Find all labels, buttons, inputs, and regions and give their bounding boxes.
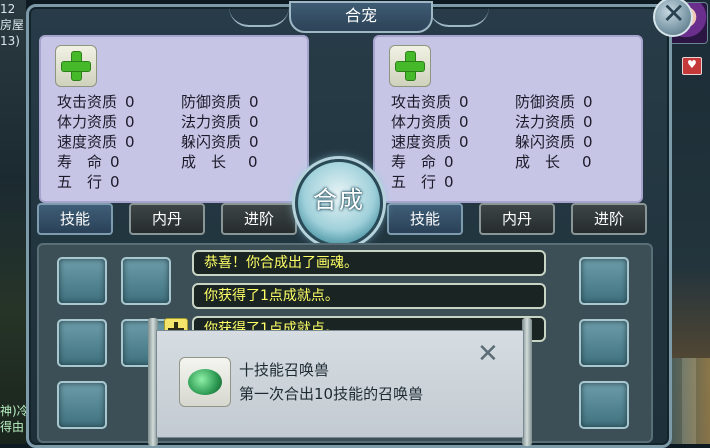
stat-row: 攻击资质 0 [391,91,469,111]
background-text: 神)冷 [0,404,29,418]
stat-value: 0 [248,153,258,171]
stat-value: 0 [459,113,469,131]
stat-label: 躲闪资质 [181,133,242,151]
stat-value: 0 [444,153,454,171]
right-pet-panel: 攻击资质 0 防御资质 0 体力资质 0 法力资质 0 速度资质 0 躲闪资质 0 寿 命 0… [373,35,643,203]
tab-inner-core-left[interactable]: 内丹 [129,203,205,235]
stat-value: 0 [459,133,469,151]
add-pet-left-button[interactable] [55,45,97,87]
add-pet-right-button[interactable] [389,45,431,87]
stat-row: 法力资质 0 [181,111,259,131]
background-text: 得由 [0,420,25,434]
background-left-strip [0,0,26,444]
combine-button[interactable]: 合成 [295,159,383,247]
achievement-popup: ✕ 十技能召唤兽 第一次合出10技能的召唤兽 [156,330,524,438]
heart-icon[interactable] [682,57,702,75]
skill-slot[interactable] [579,257,629,305]
stat-row: 五 行 0 [57,171,120,191]
title-ornament [429,7,489,27]
close-achievement-button[interactable]: ✕ [477,339,499,369]
stat-value: 0 [583,113,593,131]
stat-row: 防御资质 0 [515,91,593,111]
tab-inner-core-right[interactable]: 内丹 [479,203,555,235]
tab-skills-right[interactable]: 技能 [387,203,463,235]
stat-label: 法力资质 [181,113,242,131]
stat-row: 躲闪资质 0 [515,131,593,151]
stat-label: 成 长 [515,153,561,171]
stat-row: 防御资质 0 [181,91,259,111]
stat-value: 0 [459,93,469,111]
skill-slot[interactable] [121,257,171,305]
stat-label: 成 长 [181,153,227,171]
stat-value: 0 [249,113,259,131]
stat-label: 寿 命 [57,153,103,171]
stat-row: 成 长 0 [515,151,592,171]
stat-value: 0 [583,133,593,151]
window-title: 合宠 [289,1,433,33]
stat-label: 躲闪资质 [515,133,576,151]
stat-label: 法力资质 [515,113,576,131]
title-ornament [229,7,289,27]
skill-slot[interactable] [57,257,107,305]
stat-row: 寿 命 0 [391,151,454,171]
stat-value: 0 [125,133,135,151]
tab-skills-left[interactable]: 技能 [37,203,113,235]
stat-row: 攻击资质 0 [57,91,135,111]
stat-value: 0 [583,93,593,111]
stat-value: 0 [125,113,135,131]
stat-value: 0 [110,153,120,171]
stat-row: 速度资质 0 [57,131,135,151]
stat-value: 0 [249,93,259,111]
skill-slot[interactable] [57,381,107,429]
stat-label: 防御资质 [515,93,576,111]
stat-row: 速度资质 0 [391,131,469,151]
stat-label: 速度资质 [57,133,118,151]
left-pet-panel: 攻击资质 0 防御资质 0 体力资质 0 法力资质 0 速度资质 0 躲闪资质 0 寿 命 0… [39,35,309,203]
stat-label: 速度资质 [391,133,452,151]
stat-row: 五 行 0 [391,171,454,191]
achievement-description: 第一次合出10技能的召唤兽 [239,385,424,403]
tab-advance-left[interactable]: 进阶 [221,203,297,235]
summon-beast-icon [179,357,231,407]
stat-label: 体力资质 [57,113,118,131]
stat-row: 寿 命 0 [57,151,120,171]
stat-label: 攻击资质 [391,93,452,111]
stat-row: 体力资质 0 [391,111,469,131]
skill-slot[interactable] [57,319,107,367]
system-message: 你获得了1点成就点。 [192,283,546,309]
stat-row: 法力资质 0 [515,111,593,131]
achievement-title: 十技能召唤兽 [239,361,330,379]
tab-advance-right[interactable]: 进阶 [571,203,647,235]
stat-value: 0 [125,93,135,111]
stat-label: 五 行 [391,173,437,191]
stat-value: 0 [582,153,592,171]
background-text: 房屋 [0,18,25,32]
stat-row: 躲闪资质 0 [181,131,259,151]
stat-row: 成 长 0 [181,151,258,171]
stat-label: 五 行 [57,173,103,191]
stat-label: 寿 命 [391,153,437,171]
background-text: 13) [0,34,20,48]
skill-slot[interactable] [579,381,629,429]
stat-value: 0 [444,173,454,191]
stat-label: 防御资质 [181,93,242,111]
close-icon: ✕ [662,0,686,30]
stat-row: 体力资质 0 [57,111,135,131]
stat-label: 体力资质 [391,113,452,131]
stat-value: 0 [249,133,259,151]
stat-value: 0 [110,173,120,191]
background-text: 12 [0,2,16,16]
stat-label: 攻击资质 [57,93,118,111]
skill-slot[interactable] [579,319,629,367]
system-message: 恭喜！你合成出了画魂。 [192,250,546,276]
